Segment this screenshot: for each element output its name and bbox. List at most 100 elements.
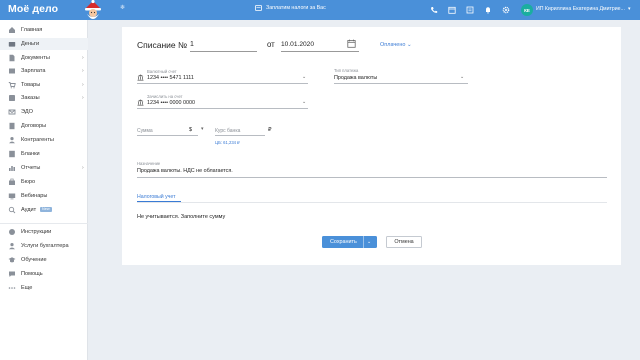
sidebar-item-label: Документы — [21, 55, 50, 61]
contract-icon — [9, 122, 15, 130]
calendar-icon[interactable] — [347, 39, 356, 48]
chevron-down-icon[interactable]: ⌄ — [302, 99, 306, 105]
edo-icon — [8, 109, 16, 115]
sidebar-item-documents[interactable]: Документы › — [0, 52, 88, 64]
sidebar-item-label: Договоры — [21, 123, 47, 129]
sidebar-item-reports[interactable]: Отчеты › — [0, 162, 88, 174]
sidebar-item-contracts[interactable]: Договоры — [0, 120, 88, 132]
sidebar-item-contractors[interactable]: Контрагенты — [0, 134, 88, 146]
sidebar-item-education[interactable]: Обучение — [0, 254, 88, 266]
sidebar-item-salary[interactable]: Зарплата › — [0, 65, 88, 77]
account-select[interactable]: 1234 •••• 5471 1111 — [147, 75, 194, 81]
chevron-right-icon: › — [82, 95, 84, 101]
documents-icon[interactable] — [464, 4, 476, 16]
sidebar-item-help[interactable]: Помощь — [0, 268, 88, 280]
avatar[interactable]: КЕ — [521, 4, 533, 16]
app-logo[interactable]: Моё дело — [8, 3, 58, 15]
credit-account-label: Зачислить на счет — [147, 94, 183, 99]
sidebar-item-label: Деньги — [21, 41, 40, 47]
tax-promo-icon — [255, 5, 262, 11]
document-number-field[interactable]: 1 — [190, 40, 257, 52]
santa-icon — [85, 0, 101, 19]
chevron-right-icon: › — [82, 68, 84, 74]
help-circle-icon — [9, 229, 15, 235]
tab-tax-accounting[interactable]: Налоговый учет — [137, 194, 175, 200]
sidebar-item-label: Инструкции — [21, 229, 52, 235]
cart-icon — [8, 82, 16, 89]
new-badge: New — [40, 206, 52, 212]
tab-divider — [137, 202, 607, 203]
sidebar-item-more[interactable]: Еще — [0, 282, 88, 294]
user-name[interactable]: ИП Кириллина Екатерина Дмитрие... — [536, 6, 625, 12]
top-bar: Моё дело ❄ Заплатим налоги за Вас КЕ ИП … — [0, 0, 640, 20]
cbr-rate-link[interactable]: ЦБ: 61,234 ₽ — [215, 140, 240, 145]
sidebar-item-label: ЭДО — [21, 109, 33, 115]
bank-icon — [137, 99, 144, 106]
sidebar-item-label: Контрагенты — [21, 137, 54, 143]
chevron-down-icon[interactable]: ▾ — [628, 6, 631, 12]
purpose-field[interactable]: Продажа валюты. НДС не облагается. — [137, 168, 233, 174]
sidebar-item-money[interactable]: Деньги — [0, 38, 88, 50]
promo-link[interactable]: Заплатим налоги за Вас — [255, 5, 326, 11]
contacts-icon — [9, 137, 15, 144]
sidebar-item-accountant[interactable]: Услуги бухгалтера — [0, 240, 88, 252]
chevron-down-icon[interactable]: ⌄ — [302, 74, 306, 80]
payment-type-select[interactable]: Продажа валюты — [334, 75, 377, 81]
forms-icon — [9, 150, 15, 158]
chevron-down-icon[interactable]: ▾ — [201, 126, 204, 132]
bank-icon — [137, 74, 144, 81]
button-separator — [363, 236, 364, 248]
sum-underline — [137, 135, 198, 136]
more-icon — [8, 287, 16, 289]
account-underline — [137, 83, 308, 84]
tax-status-text: Не учитывается. Заполните сумму — [137, 214, 226, 220]
sidebar-item-forms[interactable]: Бланки — [0, 148, 88, 160]
sidebar-item-label: Аудит — [21, 207, 37, 213]
sidebar-item-home[interactable]: Главная — [0, 24, 88, 36]
cancel-button[interactable]: Отмена — [386, 236, 422, 248]
chevron-down-icon[interactable]: ⌄ — [367, 239, 371, 245]
sidebar-item-bureau[interactable]: Бюро — [0, 176, 88, 188]
document-icon — [9, 54, 15, 62]
purpose-label: Назначение — [137, 161, 161, 166]
form-card — [122, 27, 621, 265]
reports-icon — [9, 166, 15, 171]
sidebar-item-audit[interactable]: Аудит New — [0, 204, 88, 216]
credit-account-select[interactable]: 1234 •••• 0000 0000 — [147, 100, 195, 106]
sidebar-item-label: Товары — [21, 82, 41, 88]
chat-icon — [9, 271, 15, 277]
currency-select[interactable]: $ — [189, 127, 192, 133]
phone-icon[interactable] — [428, 4, 440, 16]
sidebar-item-orders[interactable]: Заказы › — [0, 92, 88, 104]
sidebar-item-label: Вебинары — [21, 193, 48, 199]
payment-type-label: Тип платежа — [334, 68, 359, 73]
credit-account-underline — [137, 108, 308, 109]
bank-rate-input[interactable]: Курс банка — [215, 128, 240, 134]
chevron-down-icon[interactable]: ⌄ — [460, 74, 464, 80]
accountant-icon — [9, 243, 15, 250]
audit-icon — [8, 206, 16, 214]
calendar-icon[interactable] — [446, 4, 458, 16]
gear-icon[interactable] — [500, 4, 512, 16]
sidebar-item-instructions[interactable]: Инструкции — [0, 226, 88, 238]
status-dropdown[interactable]: Оплачено ⌄ — [380, 42, 412, 48]
chevron-right-icon: › — [82, 82, 84, 88]
sidebar-item-webinars[interactable]: Вебинары — [0, 190, 88, 202]
save-button-label: Сохранить — [330, 239, 357, 245]
chevron-right-icon: › — [82, 55, 84, 61]
sidebar-item-edo[interactable]: ЭДО — [0, 106, 88, 118]
sidebar-item-label: Главная — [21, 27, 43, 33]
salary-icon — [9, 68, 15, 74]
webinar-icon — [8, 193, 16, 200]
sidebar-item-label: Еще — [21, 285, 33, 291]
sidebar-item-goods[interactable]: Товары › — [0, 79, 88, 91]
rate-underline — [215, 135, 265, 136]
snowflake-icon: ❄ — [120, 5, 126, 11]
sidebar-item-label: Зарплата — [21, 68, 46, 74]
sidebar-item-label: Услуги бухгалтера — [21, 243, 69, 249]
sidebar-item-label: Бланки — [21, 151, 40, 157]
account-label: Валютный счет — [147, 69, 177, 74]
save-button[interactable]: Сохранить ⌄ — [322, 236, 377, 248]
bell-icon[interactable] — [482, 4, 494, 16]
sum-input[interactable]: Сумма — [137, 128, 153, 134]
